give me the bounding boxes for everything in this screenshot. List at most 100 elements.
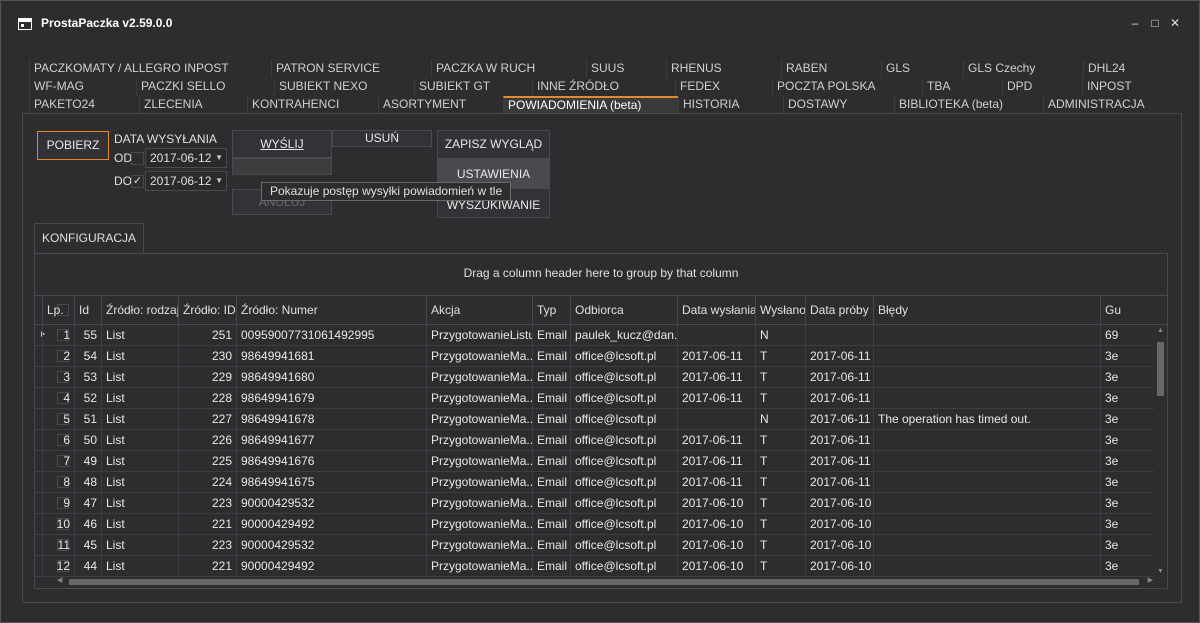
tab-dostawy[interactable]: DOSTAWY xyxy=(783,96,894,114)
cell-wyslano: N xyxy=(755,409,805,430)
tab-patron-service[interactable]: PATRON SERVICE xyxy=(271,60,431,78)
od-date-picker[interactable]: 2017-06-12 ▼ xyxy=(145,148,227,168)
table-row[interactable]: 12 44 List 221 90000429492 PrzygotowanieMa...… xyxy=(35,556,1155,577)
cell-akcja: PrzygotowanieMa... xyxy=(426,535,532,556)
cell-odbiorca: office@lcsoft.pl xyxy=(570,367,677,388)
column-header-numer[interactable]: Źródło: Numer xyxy=(236,296,426,325)
cell-rodzaj: List xyxy=(101,493,178,514)
chevron-down-icon: ▼ xyxy=(215,153,223,162)
minimize-button[interactable]: – xyxy=(1127,15,1143,31)
tab-paketo24[interactable]: PAKETO24 xyxy=(29,96,139,114)
zapisz-wyglad-button[interactable]: ZAPISZ WYGLĄD xyxy=(437,130,550,159)
table-row[interactable]: 6 50 List 226 98649941677 PrzygotowanieMa... E… xyxy=(35,430,1155,451)
column-header-akcja[interactable]: Akcja xyxy=(426,296,532,325)
cell-data xyxy=(677,409,755,430)
cell-odbiorca: office@lcsoft.pl xyxy=(570,409,677,430)
cell-typ: Email xyxy=(532,535,570,556)
cell-odbiorca: office@lcsoft.pl xyxy=(570,514,677,535)
tab-rhenus[interactable]: RHENUS xyxy=(666,60,781,78)
cell-proba: 2017-06-11 xyxy=(805,430,873,451)
tab-gls-czechy[interactable]: GLS Czechy xyxy=(963,60,1083,78)
scroll-up-icon[interactable]: ▲ xyxy=(1157,327,1164,334)
column-header-proba[interactable]: Data próby xyxy=(805,296,873,325)
table-row[interactable]: 4 52 List 228 98649941679 PrzygotowanieMa... E… xyxy=(35,388,1155,409)
tab-poczta-polska[interactable]: POCZTA POLSKA xyxy=(772,78,922,96)
vertical-scrollbar[interactable]: ▲ ▼ xyxy=(1154,325,1167,577)
tab-subiekt-nexo[interactable]: SUBIEKT NEXO xyxy=(274,78,414,96)
tab-kontrahenci[interactable]: KONTRAHENCI xyxy=(247,96,378,114)
cell-zid: 221 xyxy=(178,556,236,577)
scroll-left-icon[interactable]: ◀ xyxy=(57,576,62,584)
horizontal-scrollbar[interactable]: ◀ ▶ xyxy=(55,576,1155,586)
column-header-wyslano[interactable]: Wysłano xyxy=(755,296,805,325)
cell-id: 52 xyxy=(74,388,101,409)
tab-konfiguracja[interactable]: KONFIGURACJA xyxy=(34,223,144,253)
tab-fedex[interactable]: FEDEX xyxy=(675,78,772,96)
do-checkbox[interactable]: ✓ xyxy=(131,175,144,188)
table-row[interactable]: 11 45 List 223 90000429532 PrzygotowanieMa...… xyxy=(35,535,1155,556)
tab-row-3: PAKETO24 ZLECENIA KONTRAHENCI ASORTYMENT POW… xyxy=(29,96,1181,114)
horizontal-scroll-thumb[interactable] xyxy=(69,579,1139,585)
tab-zlecenia[interactable]: ZLECENIA xyxy=(139,96,247,114)
cell-bledy xyxy=(873,367,1100,388)
tab-administracja[interactable]: ADMINISTRACJA xyxy=(1043,96,1181,114)
table-row[interactable]: 5 51 List 227 98649941678 PrzygotowanieMa... E… xyxy=(35,409,1155,430)
tab-suus[interactable]: SUUS xyxy=(586,60,666,78)
table-row[interactable]: 8 48 List 224 98649941675 PrzygotowanieMa... E… xyxy=(35,472,1155,493)
maximize-button[interactable]: □ xyxy=(1147,15,1163,31)
cell-rodzaj: List xyxy=(101,430,178,451)
tab-inne-r-d-o[interactable]: INNE ŹRÓDŁO xyxy=(532,78,675,96)
tab-historia[interactable]: HISTORIA xyxy=(678,96,783,114)
do-date-picker[interactable]: 2017-06-12 ▼ xyxy=(145,171,227,191)
tab-wf-mag[interactable]: WF-MAG xyxy=(29,78,136,96)
usun-button[interactable]: USUŃ xyxy=(332,130,432,147)
table-row[interactable]: 2 54 List 230 98649941681 PrzygotowanieMa... E… xyxy=(35,346,1155,367)
table-row[interactable]: 9 47 List 223 90000429532 PrzygotowanieMa... E… xyxy=(35,493,1155,514)
cell-lp: 5 xyxy=(42,409,74,430)
od-checkbox[interactable] xyxy=(131,152,144,165)
column-header-rodzaj[interactable]: Źródło: rodzaj xyxy=(101,296,178,325)
table-row[interactable]: 3 53 List 229 98649941680 PrzygotowanieMa... E… xyxy=(35,367,1155,388)
pobierz-button[interactable]: POBIERZ xyxy=(37,131,109,160)
tab-dhl24[interactable]: DHL24 xyxy=(1083,60,1181,78)
close-button[interactable]: ✕ xyxy=(1167,15,1183,31)
scroll-down-icon[interactable]: ▼ xyxy=(1157,568,1164,575)
cell-typ: Email xyxy=(532,367,570,388)
tab-raben[interactable]: RABEN xyxy=(781,60,881,78)
cell-wyslano: T xyxy=(755,535,805,556)
tab-subiekt-gt[interactable]: SUBIEKT GT xyxy=(414,78,532,96)
wyslij-button[interactable]: WYŚLIJ xyxy=(232,130,332,158)
table-row[interactable]: 10 46 List 221 90000429492 PrzygotowanieMa...… xyxy=(35,514,1155,535)
tab-paczkomaty-allegro-inpost[interactable]: PACZKOMATY / ALLEGRO INPOST xyxy=(29,60,271,78)
column-header-id[interactable]: Id xyxy=(74,296,101,325)
column-header-data[interactable]: Data wysłania xyxy=(677,296,755,325)
column-header-gu[interactable]: Gu xyxy=(1100,296,1122,325)
tab-dpd[interactable]: DPD xyxy=(1002,78,1082,96)
cell-rodzaj: List xyxy=(101,409,178,430)
cell-typ: Email xyxy=(532,430,570,451)
vertical-scroll-thumb[interactable] xyxy=(1157,342,1164,396)
tab-powiadomienia-beta[interactable]: POWIADOMIENIA (beta) xyxy=(503,96,678,114)
table-row[interactable]: 7 49 List 225 98649941676 PrzygotowanieMa... E… xyxy=(35,451,1155,472)
tab-inpost[interactable]: INPOST xyxy=(1082,78,1181,96)
tab-paczka-w-ruch[interactable]: PACZKA W RUCH xyxy=(431,60,586,78)
table-row[interactable]: 1 55 List 251 00959007731061492995 Przygotowa… xyxy=(35,325,1155,346)
tab-tba[interactable]: TBA xyxy=(922,78,1002,96)
cell-id: 46 xyxy=(74,514,101,535)
tab-gls[interactable]: GLS xyxy=(881,60,963,78)
column-header-zid[interactable]: Źródło: ID xyxy=(178,296,236,325)
cell-typ: Email xyxy=(532,388,570,409)
cell-data: 2017-06-11 xyxy=(677,451,755,472)
scroll-right-icon[interactable]: ▶ xyxy=(1148,576,1153,584)
tab-asortyment[interactable]: ASORTYMENT xyxy=(378,96,503,114)
column-header-typ[interactable]: Typ xyxy=(532,296,570,325)
tab-biblioteka-beta[interactable]: BIBLIOTEKA (beta) xyxy=(894,96,1043,114)
cell-odbiorca: office@lcsoft.pl xyxy=(570,451,677,472)
column-header-bledy[interactable]: Błędy xyxy=(873,296,1100,325)
group-panel[interactable]: Drag a column header here to group by th… xyxy=(35,254,1167,295)
tab-paczki-sello[interactable]: PACZKI SELLO xyxy=(136,78,274,96)
cell-typ: Email xyxy=(532,409,570,430)
column-header-lp[interactable]: Lp. xyxy=(42,296,74,325)
cell-bledy xyxy=(873,346,1100,367)
column-header-odbiorca[interactable]: Odbiorca xyxy=(570,296,677,325)
